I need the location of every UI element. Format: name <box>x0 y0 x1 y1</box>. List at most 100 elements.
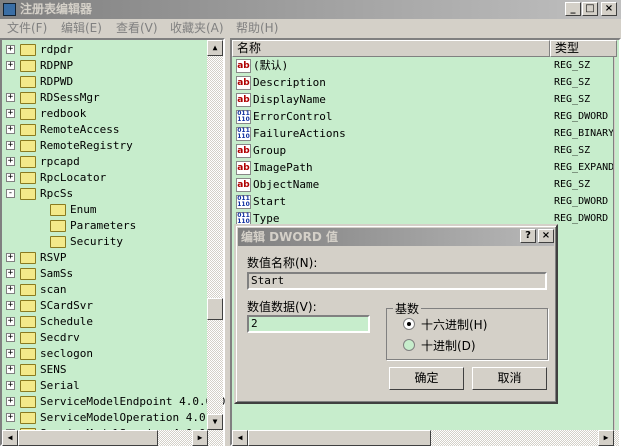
menu-edit[interactable]: 编辑(E) <box>61 19 102 37</box>
tree-item-label: RpcSs <box>40 187 74 200</box>
expand-icon[interactable]: + <box>6 397 15 406</box>
tree-item-label: SENS <box>40 363 67 376</box>
hex-label[interactable]: 十六进制(H) <box>421 316 487 333</box>
ok-button[interactable]: 确定 <box>389 367 464 390</box>
key-tree[interactable]: +ServiceModelService 4.0.0.0+ServiceMode… <box>0 38 225 446</box>
tree-item[interactable]: + SCardSvr <box>2 298 207 314</box>
tree-vertical-scrollbar[interactable]: ▲ ▼ <box>207 40 223 430</box>
tree-item[interactable]: - RpcSs <box>2 186 207 202</box>
tree-item[interactable]: + RemoteRegistry <box>2 138 207 154</box>
tree-item[interactable]: + rdpdr <box>2 42 207 58</box>
value-row[interactable]: ab DisplayName REG_SZ <box>232 92 617 108</box>
expand-icon[interactable]: + <box>6 173 15 182</box>
folder-icon <box>20 300 36 312</box>
scroll-thumb[interactable] <box>18 430 158 446</box>
scroll-thumb[interactable] <box>207 298 223 320</box>
scroll-down-button[interactable]: ▼ <box>207 414 223 430</box>
scroll-up-button[interactable]: ▲ <box>207 40 223 56</box>
expand-icon[interactable]: + <box>6 413 15 422</box>
value-row[interactable]: ab ObjectName REG_SZ <box>232 177 617 193</box>
string-value-icon: ab <box>236 178 251 192</box>
tree-horizontal-scrollbar[interactable]: ◀ ▶ <box>2 430 223 446</box>
menu-file[interactable]: 文件(F) <box>7 19 47 37</box>
scroll-right-button[interactable]: ▶ <box>598 430 614 446</box>
tree-item[interactable]: + RDSessMgr <box>2 90 207 106</box>
expand-icon[interactable]: + <box>6 269 15 278</box>
title-bar: 注册表编辑器 _ □ × <box>0 0 621 19</box>
cancel-button[interactable]: 取消 <box>472 367 547 390</box>
expand-icon[interactable]: + <box>6 349 15 358</box>
folder-icon <box>20 124 36 136</box>
value-data-input[interactable]: 2 <box>247 315 370 333</box>
column-name[interactable]: 名称 <box>232 40 550 57</box>
tree-item[interactable]: + SENS <box>2 362 207 378</box>
folder-icon <box>20 172 36 184</box>
tree-item[interactable]: + redbook <box>2 106 207 122</box>
expand-icon[interactable]: + <box>6 141 15 150</box>
tree-item[interactable]: Security <box>2 234 207 250</box>
tree-item[interactable]: + SamSs <box>2 266 207 282</box>
expand-icon[interactable]: + <box>6 333 15 342</box>
value-row[interactable]: ab (默认) REG_SZ <box>232 58 617 74</box>
pane-divider <box>613 57 615 430</box>
column-type[interactable]: 类型 <box>550 40 617 57</box>
minimize-button[interactable]: _ <box>565 2 581 16</box>
expand-icon[interactable]: + <box>6 45 15 54</box>
tree-item-label: Secdrv <box>40 331 80 344</box>
expand-icon[interactable]: + <box>6 93 15 102</box>
value-row[interactable]: 011 110 ErrorControl REG_DWORD <box>232 109 617 125</box>
tree-item[interactable]: + ServiceModelOperation 4.0.0. <box>2 410 225 426</box>
tree-item[interactable]: + RDPNP <box>2 58 207 74</box>
expand-icon[interactable]: + <box>6 253 15 262</box>
dialog-close-button[interactable]: × <box>538 229 554 243</box>
tree-item[interactable]: + Secdrv <box>2 330 207 346</box>
tree-item-label: Parameters <box>70 219 137 232</box>
hex-radio[interactable] <box>403 318 415 330</box>
menu-favorites[interactable]: 收藏夹(A) <box>170 19 224 37</box>
expand-icon[interactable]: + <box>6 109 15 118</box>
value-row[interactable]: ab ImagePath REG_EXPAND <box>232 160 617 176</box>
menu-help[interactable]: 帮助(H) <box>236 19 278 37</box>
tree-item[interactable]: + RSVP <box>2 250 207 266</box>
tree-item[interactable]: + scan <box>2 282 207 298</box>
tree-item[interactable]: + seclogon <box>2 346 207 362</box>
decimal-radio[interactable] <box>403 339 415 351</box>
tree-item[interactable]: + ServiceModelEndpoint 4.0.0.0 <box>2 394 225 410</box>
expand-icon[interactable]: + <box>6 157 15 166</box>
folder-icon <box>50 236 66 248</box>
scroll-left-button[interactable]: ◀ <box>2 430 18 446</box>
tree-item[interactable]: + RemoteAccess <box>2 122 207 138</box>
tree-item-label: Security <box>70 235 123 248</box>
tree-item[interactable]: + Schedule <box>2 314 207 330</box>
tree-item[interactable]: + rpcapd <box>2 154 207 170</box>
tree-item[interactable]: + Serial <box>2 378 207 394</box>
expand-icon[interactable]: + <box>6 365 15 374</box>
scroll-thumb[interactable] <box>248 430 431 446</box>
tree-item-label: ServiceModelOperation 4.0.0. <box>40 411 226 424</box>
tree-item-label: RDPWD <box>40 75 74 88</box>
value-row[interactable]: 011 110 Start REG_DWORD <box>232 194 617 210</box>
expand-icon[interactable]: + <box>6 61 15 70</box>
tree-item[interactable]: Parameters <box>2 218 207 234</box>
collapse-icon[interactable]: - <box>6 189 15 198</box>
list-horizontal-scrollbar[interactable]: ◀ ▶ <box>232 430 619 446</box>
tree-item[interactable]: RDPWD <box>2 74 207 90</box>
help-button[interactable]: ? <box>520 229 536 243</box>
tree-item[interactable]: + RpcLocator <box>2 170 207 186</box>
scroll-right-button[interactable]: ▶ <box>192 430 208 446</box>
decimal-label[interactable]: 十进制(D) <box>421 337 476 354</box>
tree-item[interactable]: Enum <box>2 202 207 218</box>
expand-icon[interactable]: + <box>6 301 15 310</box>
menu-view[interactable]: 查看(V) <box>116 19 158 37</box>
expand-icon[interactable]: + <box>6 285 15 294</box>
expand-icon[interactable]: + <box>6 381 15 390</box>
string-value-icon: ab <box>236 59 251 73</box>
value-row[interactable]: 011 110 FailureActions REG_BINARY <box>232 126 617 142</box>
expand-icon[interactable]: + <box>6 125 15 134</box>
value-row[interactable]: ab Description REG_SZ <box>232 75 617 91</box>
scroll-left-button[interactable]: ◀ <box>232 430 248 446</box>
expand-icon[interactable]: + <box>6 317 15 326</box>
value-row[interactable]: ab Group REG_SZ <box>232 143 617 159</box>
maximize-button[interactable]: □ <box>582 2 598 16</box>
close-button[interactable]: × <box>601 2 617 16</box>
